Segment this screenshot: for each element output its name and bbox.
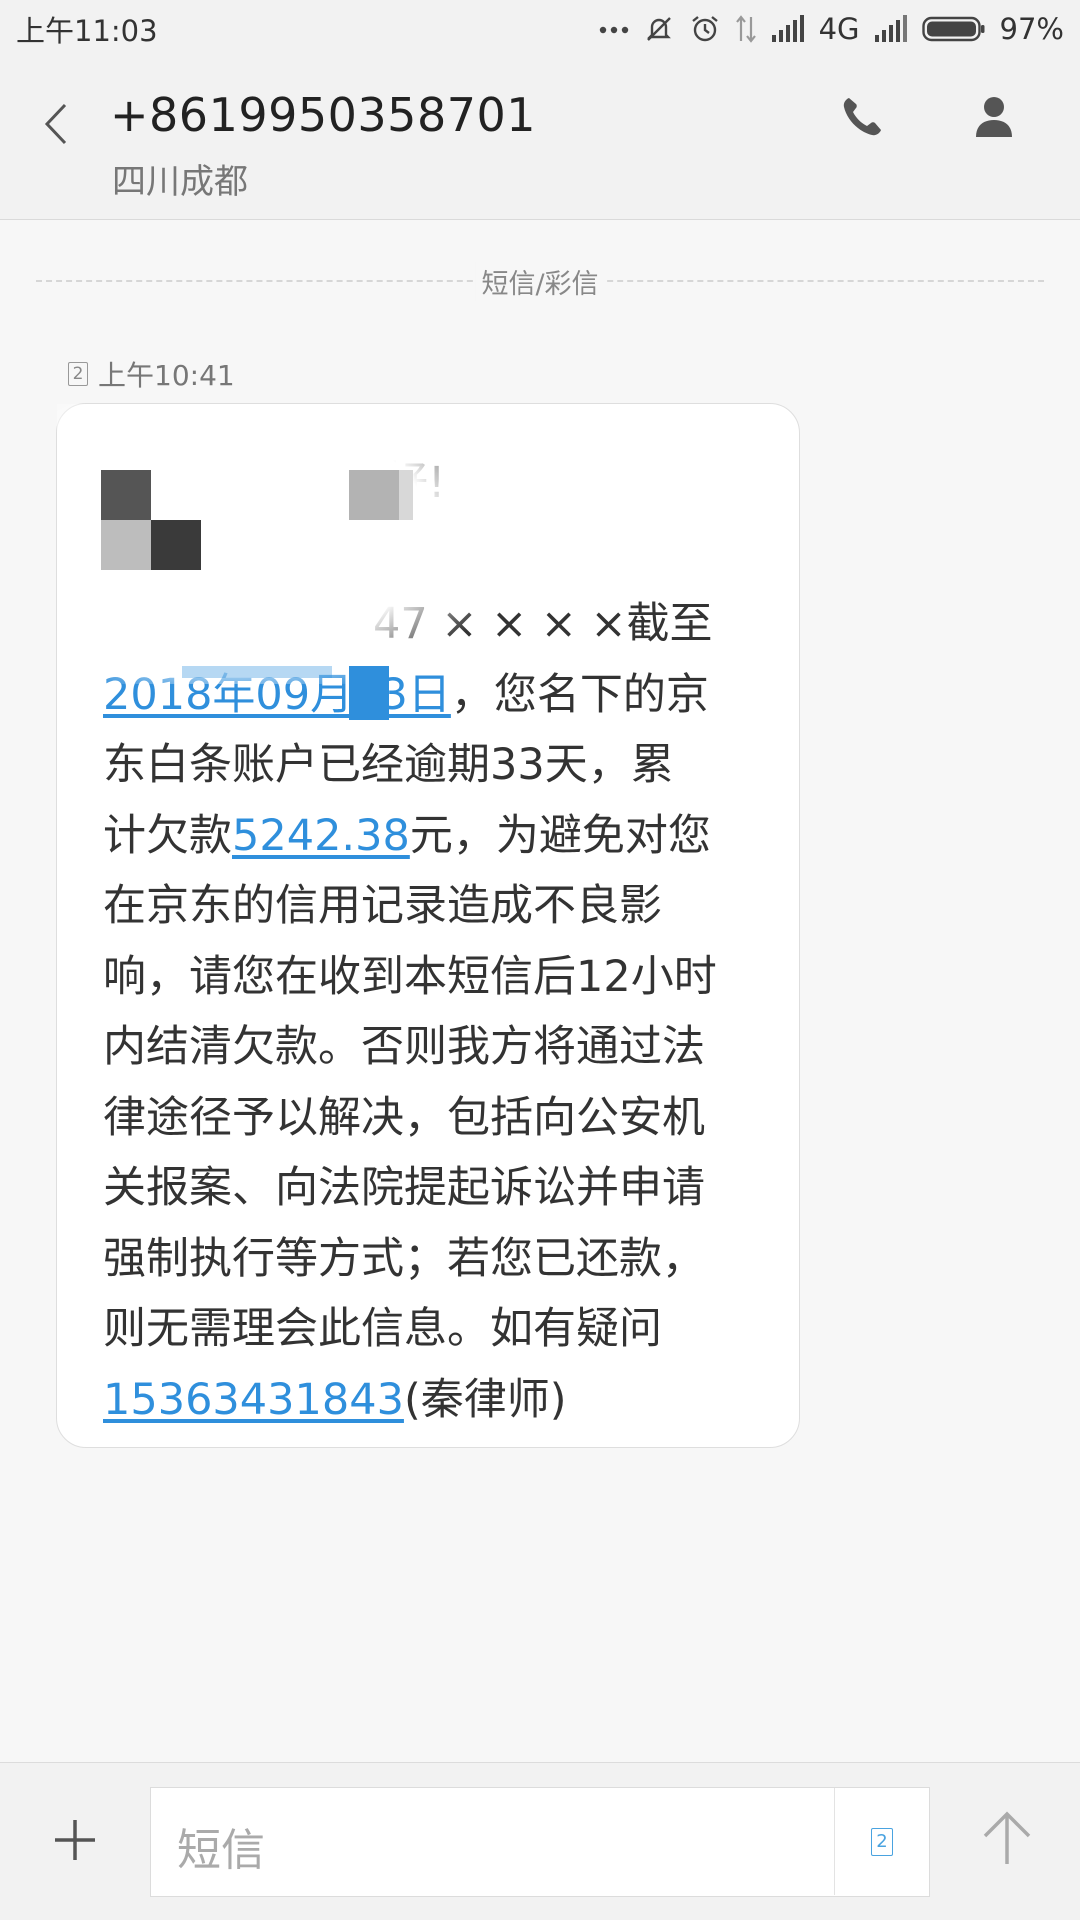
message-input[interactable]: 短信 2: [150, 1787, 930, 1897]
message-line: 律途径予以解决，包括向公安机: [103, 1092, 705, 1143]
message-line: 内结清欠款。否则我方将通过法: [103, 1022, 705, 1072]
channel-divider: 短信/彩信: [36, 262, 1044, 302]
message-line: 东白条账户已经逾期33天，累: [103, 740, 674, 790]
message-meta: 2 上午10:41: [68, 354, 235, 394]
back-icon: [44, 103, 67, 145]
data-arrows-icon: [735, 14, 757, 44]
message-line: 强制执行等方式；若您已还款，: [103, 1233, 705, 1284]
sim-select-button[interactable]: 2: [834, 1788, 929, 1895]
status-icons: 4G 97%: [599, 12, 1064, 46]
sim-card-icon: 2: [68, 362, 88, 386]
status-time: 上午11:03: [16, 14, 158, 48]
redaction-smear: [182, 666, 332, 678]
signal-icon: [874, 15, 908, 43]
call-button[interactable]: [835, 90, 889, 144]
phone-icon: [843, 98, 881, 136]
signal-icon: [771, 15, 805, 43]
alarm-icon: [689, 13, 721, 45]
redaction-mosaic: [349, 470, 399, 520]
phone-number-link[interactable]: 15363431843: [103, 1375, 404, 1425]
redaction-mosaic: [151, 520, 201, 570]
redaction-mosaic: [101, 470, 151, 520]
message-line: 则无需理会此信息。如有疑问: [103, 1304, 662, 1354]
message-line: 计欠款5242.38元，为避免对您: [103, 810, 711, 861]
battery-percent: 97%: [999, 12, 1064, 46]
message-line: 在京东的信用记录造成不良影: [103, 881, 662, 931]
redaction-mosaic: [399, 470, 413, 520]
message-line: 15363431843(秦律师): [103, 1374, 567, 1425]
contact-number: +8619950358701: [110, 88, 537, 142]
mute-vibrate-icon: [643, 13, 675, 45]
sim-card-icon: 2: [871, 1827, 893, 1856]
message-line: 关报案、向法院提起诉讼并申请: [103, 1163, 705, 1213]
send-arrow-icon: [983, 1811, 1031, 1864]
redaction-mosaic: [349, 666, 389, 720]
battery-icon: [921, 15, 986, 43]
network-type: 4G: [818, 12, 860, 46]
message-line: 响，请您在收到本短信后12小时: [103, 951, 717, 1002]
message-time: 上午10:41: [98, 359, 235, 392]
send-button[interactable]: [976, 1807, 1038, 1869]
back-button[interactable]: [34, 94, 78, 154]
message-input-placeholder: 短信: [177, 1825, 265, 1876]
incoming-message-bubble[interactable]: 好! 47 × × × ×截至 2018年09月03日，您名下的京 东白条账户已…: [56, 403, 800, 1448]
channel-label: 短信/彩信: [475, 262, 605, 301]
redaction-mosaic: [101, 520, 151, 570]
plus-icon: [55, 1820, 95, 1860]
more-dots-icon: [599, 24, 629, 34]
conversation-header: +8619950358701 四川成都: [0, 58, 1080, 220]
contact-icon: [976, 97, 1012, 137]
contact-location: 四川成都: [112, 162, 248, 202]
amount-link[interactable]: 5242.38: [232, 811, 410, 861]
add-attachment-button[interactable]: [48, 1813, 102, 1867]
status-bar: 上午11:03 4G 97%: [0, 0, 1080, 58]
composer-bar: 短信 2: [0, 1762, 1080, 1920]
contact-details-button[interactable]: [967, 90, 1021, 144]
message-thread-screen: 上午11:03 4G 97% +8619950358701 四川成都 短信/彩信…: [0, 0, 1080, 1920]
